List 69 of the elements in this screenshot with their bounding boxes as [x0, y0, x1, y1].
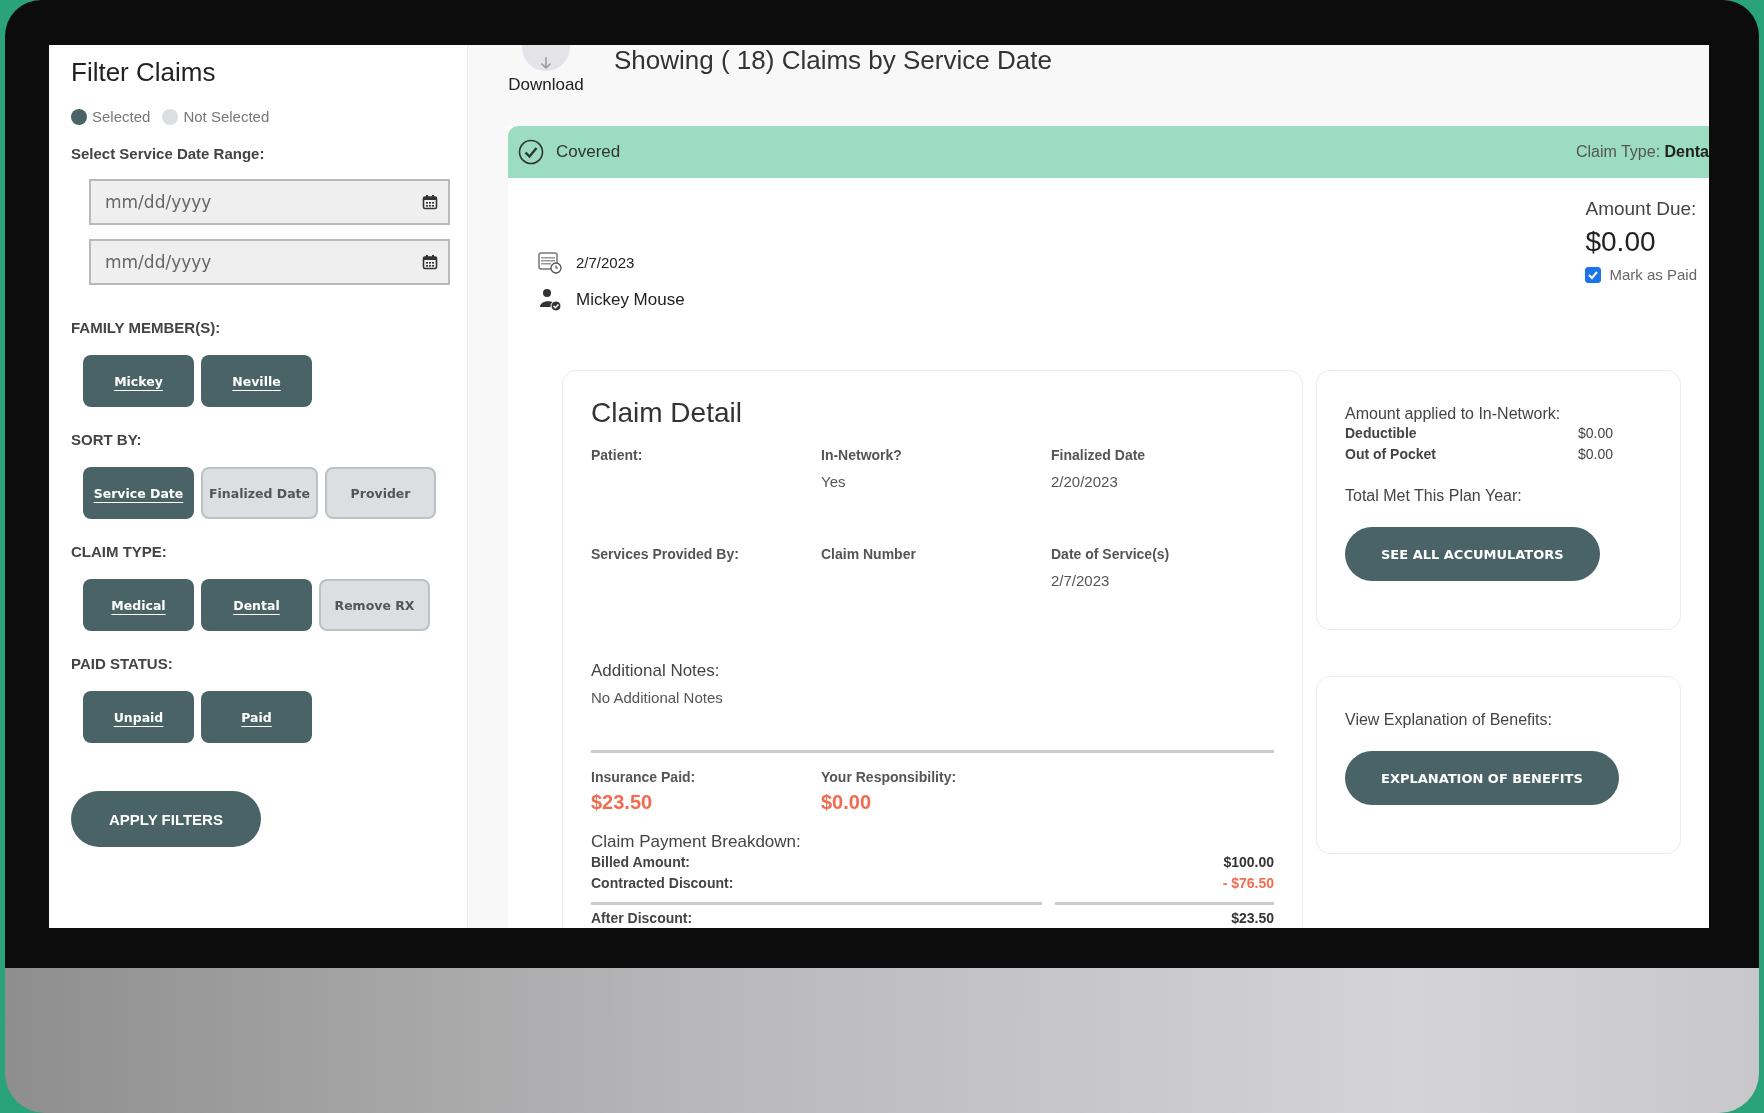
filter-option[interactable]: Unpaid — [83, 691, 194, 743]
breakdown-amount: $100.00 — [1223, 853, 1274, 872]
claim-detail-title: Claim Detail — [591, 397, 742, 428]
filter-option[interactable]: Mickey — [83, 355, 194, 407]
legend-label: Selected — [92, 108, 151, 125]
download-label[interactable]: Download — [508, 75, 584, 95]
total-amount: $23.50 — [591, 791, 654, 814]
filter-group-label: PAID STATUS: — [71, 655, 173, 672]
notes-text: No Additional Notes — [591, 689, 724, 706]
filter-option[interactable]: Medical — [83, 579, 194, 631]
accumulator-value: $0.00 — [1577, 424, 1613, 443]
field-value: 2/20/2023 — [1051, 473, 1119, 490]
field-value: Yes — [821, 473, 847, 490]
eob-title: View Explanation of Benefits: — [1345, 711, 1553, 729]
date-field[interactable]: mm/dd/yyyy — [89, 179, 450, 225]
filter-group-label: FAMILY MEMBER(S): — [71, 319, 221, 336]
claim-status: Covered — [556, 142, 621, 162]
apply-filters-button[interactable]: APPLY FILTERS — [71, 791, 261, 847]
calendar-icon[interactable] — [422, 194, 438, 210]
date-range-label: Select Service Date Range: — [71, 145, 265, 162]
filter-option[interactable]: Paid — [201, 691, 312, 743]
breakdown-amount: $23.50 — [1231, 909, 1274, 928]
field-label: Claim Number — [821, 546, 917, 562]
eob-button[interactable]: EXPLANATION OF BENEFITS — [1345, 751, 1619, 805]
see-accumulators-button[interactable]: SEE ALL ACCUMULATORS — [1345, 527, 1600, 581]
field-label: Date of Service(s) — [1051, 546, 1171, 562]
amount-due-label: Amount Due: — [1585, 198, 1697, 220]
notes-label: Additional Notes: — [591, 661, 720, 681]
amount-due-value: $0.00 — [1585, 226, 1657, 258]
person-check-icon — [538, 288, 562, 312]
filter-option[interactable]: Provider — [325, 467, 437, 519]
field-label: Patient: — [591, 447, 644, 463]
accumulators-title: Amount applied to In-Network: — [1345, 405, 1562, 423]
mark-paid-checkbox[interactable] — [1585, 266, 1602, 283]
field-value: 2/7/2023 — [1051, 572, 1111, 589]
breakdown-item-label: After Discount: — [591, 909, 693, 928]
claims-heading: Showing ( 18) Claims by Service Date — [614, 45, 1052, 76]
filter-option[interactable]: Remove RX — [319, 579, 430, 631]
accumulator-label: Deductible — [1345, 424, 1417, 443]
legend-label: Not Selected — [183, 108, 270, 125]
breakdown-item-label: Billed Amount: — [591, 853, 691, 872]
calendar-icon[interactable] — [422, 254, 438, 270]
calendar-clock-icon — [538, 250, 562, 274]
filter-option[interactable]: Dental — [201, 579, 312, 631]
date-field[interactable]: mm/dd/yyyy — [89, 239, 450, 285]
check-circle-icon — [518, 139, 544, 165]
claim-type: Claim Type: Denta — [1575, 143, 1709, 161]
filter-option[interactable]: Service Date — [83, 467, 194, 519]
breakdown-item-label: Contracted Discount: — [591, 874, 734, 893]
member-name: Mickey Mouse — [576, 290, 685, 310]
download-icon[interactable] — [539, 57, 553, 71]
filter-group-label: SORT BY: — [71, 431, 142, 448]
field-label: Finalized Date — [1051, 447, 1147, 463]
mark-paid-label[interactable]: Mark as Paid — [1609, 266, 1697, 283]
accumulator-value: $0.00 — [1577, 445, 1613, 464]
filter-group-label: CLAIM TYPE: — [71, 543, 167, 560]
field-label: Services Provided By: — [591, 546, 740, 562]
breakdown-label: Claim Payment Breakdown: — [591, 832, 801, 852]
total-label: Your Responsibility: — [821, 769, 958, 785]
filter-option[interactable]: Finalized Date — [201, 467, 319, 519]
plan-year-label: Total Met This Plan Year: — [1345, 487, 1522, 505]
service-date: 2/7/2023 — [576, 253, 635, 271]
field-label: In-Network? — [821, 447, 903, 463]
filter-option[interactable]: Neville — [201, 355, 312, 407]
total-amount: $0.00 — [821, 791, 873, 814]
filter-title: Filter Claims — [71, 57, 216, 88]
breakdown-amount: - $76.50 — [1222, 874, 1274, 893]
total-label: Insurance Paid: — [591, 769, 697, 785]
accumulator-label: Out of Pocket — [1345, 445, 1436, 464]
